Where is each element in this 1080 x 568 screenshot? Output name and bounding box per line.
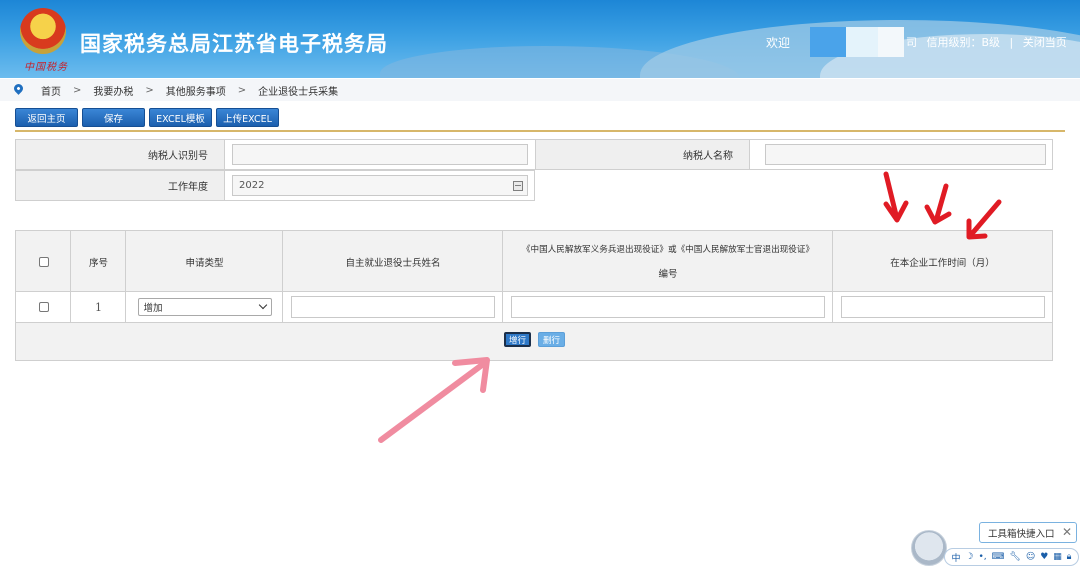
keyboard-icon[interactable]: ⌨ [992, 552, 1005, 562]
site-header: 中国税务 国家税务总局江苏省电子税务局 欢迎 司 信用级别：B级 | 关闭当页 [0, 0, 1080, 78]
pink-arrow-shaft [378, 359, 489, 443]
tax-emblem-icon [20, 8, 66, 54]
grid-line [16, 322, 1052, 323]
breadcrumb-separator: > [145, 84, 154, 96]
save-button[interactable]: 保存 [82, 108, 145, 127]
back-home-button[interactable]: 返回主页 [15, 108, 78, 127]
certificate-cell [503, 292, 833, 322]
toolbox-quick-entry[interactable]: 工具箱快捷入口 ✕ [979, 522, 1077, 543]
soldier-name-cell [283, 292, 503, 322]
taxpayer-id-label: 纳税人识别号 [148, 151, 208, 162]
red-arrow-shaft [933, 183, 949, 224]
chevron-down-icon [258, 300, 267, 310]
upload-excel-button[interactable]: 上传EXCEL [216, 108, 279, 127]
breadcrumb-other-services[interactable]: 其他服务事项 [166, 83, 226, 98]
chinese-mode-icon[interactable]: 中 [951, 551, 960, 564]
grid-line [502, 231, 503, 323]
grid-line [16, 291, 1052, 292]
work-months-header: 在本企业工作时间（月） [890, 257, 995, 269]
toolbar: 返回主页 保存 EXCEL模板 上传EXCEL [15, 108, 279, 127]
smile-icon[interactable]: ☺ [1026, 552, 1035, 562]
welcome-text: 欢迎 [766, 36, 791, 50]
certificate-header: 《中国人民解放军义务兵退出现役证》或《中国人民解放军士官退出现役证》 编号 [503, 231, 833, 292]
red-arrow-shaft [883, 171, 900, 222]
info-row: 纳税人识别号 纳税人名称 [15, 139, 1053, 170]
work-year-cell: 2022 [224, 171, 534, 200]
shirt-icon[interactable]: ♥ [1040, 552, 1048, 562]
moon-icon[interactable]: ☽ [965, 552, 973, 562]
taxpayer-id-cell [224, 140, 535, 169]
assistant-mascot-icon[interactable] [911, 530, 947, 566]
row-checkbox[interactable] [38, 302, 49, 312]
lock-icon[interactable]: 🔒︎ [1067, 552, 1072, 562]
taxpayer-name-input[interactable] [765, 144, 1046, 165]
breadcrumb: 首页 > 我要办税 > 其他服务事项 > 企业退役士兵采集 [0, 79, 1080, 101]
punctuation-icon[interactable]: •, [978, 552, 986, 562]
work-year-value: 2022 [239, 180, 265, 191]
wrench-icon[interactable]: 🔧︎ [1009, 552, 1020, 562]
input-method-bar: 中 ☽ •, ⌨ 🔧︎ ☺ ♥ ▦ 🔒︎ [944, 548, 1079, 566]
index-header: 序号 [88, 257, 108, 269]
info-row: 工作年度 2022 [15, 170, 535, 201]
company-name-suffix: 司 [906, 36, 917, 49]
select-all-header [16, 231, 71, 292]
breadcrumb-separator: > [237, 84, 247, 96]
soldier-name-header: 自主就业退役士兵姓名 [345, 257, 441, 269]
taxpayer-name-cell [749, 140, 1052, 169]
user-meta: 司 信用级别：B级 | 关闭当页 [906, 34, 1067, 50]
excel-template-button[interactable]: EXCEL模板 [149, 108, 212, 127]
certificate-header-title: 《中国人民解放军义务兵退出现役证》或《中国人民解放军士官退出现役证》 [521, 244, 815, 255]
soldier-data-table: 序号 申请类型 自主就业退役士兵姓名 《中国人民解放军义务兵退出现役证》或《中国… [15, 230, 1053, 361]
credit-level: 信用级别：B级 [926, 36, 1001, 49]
breadcrumb-home[interactable]: 首页 [41, 83, 61, 98]
site-title: 国家税务总局江苏省电子税务局 [80, 32, 388, 56]
grid-line [70, 231, 71, 323]
separator: | [1009, 36, 1014, 49]
apply-type-header: 申请类型 [185, 257, 224, 269]
close-page-link[interactable]: 关闭当页 [1023, 36, 1067, 49]
row-index: 1 [71, 292, 126, 322]
redacted-username [878, 27, 904, 57]
taxpayer-name-label: 纳税人名称 [535, 140, 749, 169]
delete-row-button[interactable]: 删行 [538, 332, 565, 347]
grid-line [282, 231, 283, 323]
grid-icon[interactable]: ▦ [1053, 552, 1062, 562]
location-pin-icon [12, 82, 25, 95]
red-arrow-head [924, 204, 952, 225]
row-select-cell [16, 292, 71, 322]
soldier-name-input[interactable] [291, 296, 495, 318]
work-months-input[interactable] [840, 296, 1045, 318]
red-arrow-head [883, 200, 909, 223]
redacted-username [810, 27, 846, 57]
certificate-number-input[interactable] [511, 296, 825, 318]
certificate-header-number: 编号 [658, 269, 678, 281]
redacted-username [846, 27, 878, 57]
taxpayer-id-input[interactable] [232, 144, 528, 165]
grid-line [832, 231, 833, 323]
add-row-button[interactable]: 增行 [504, 332, 531, 347]
pink-arrow-head [452, 357, 490, 393]
work-months-cell [833, 292, 1052, 322]
breadcrumb-tax-services[interactable]: 我要办税 [93, 83, 133, 98]
close-icon[interactable]: ✕ [1062, 525, 1072, 539]
breadcrumb-separator: > [73, 84, 82, 96]
work-year-label: 工作年度 [168, 182, 208, 193]
select-all-checkbox[interactable] [38, 256, 49, 267]
toolbox-quick-entry-label: 工具箱快捷入口 [988, 528, 1055, 540]
calendar-icon[interactable] [513, 181, 523, 191]
grid-line [125, 231, 126, 323]
breadcrumb-current: 企业退役士兵采集 [258, 86, 339, 98]
apply-type-select[interactable]: 增加 [137, 298, 272, 316]
toolbar-divider [15, 130, 1065, 132]
apply-type-value: 增加 [143, 303, 163, 314]
emblem-signature: 中国税务 [24, 62, 68, 73]
work-year-input[interactable]: 2022 [232, 175, 528, 196]
apply-type-cell: 增加 [126, 292, 283, 322]
